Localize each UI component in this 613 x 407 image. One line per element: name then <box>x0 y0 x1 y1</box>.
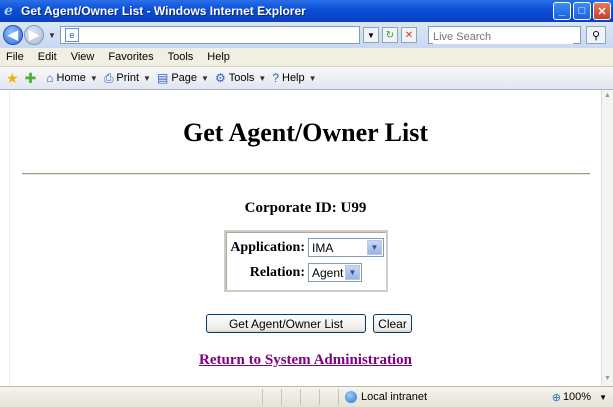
address-input[interactable] <box>82 28 359 42</box>
menu-tools[interactable]: Tools <box>168 51 194 63</box>
home-icon: ⌂ <box>46 71 54 85</box>
address-dropdown-button[interactable]: ▼ <box>362 27 379 43</box>
refresh-button[interactable]: ↻ <box>381 27 398 43</box>
menu-help[interactable]: Help <box>207 51 230 63</box>
menu-bar: File Edit View Favorites Tools Help <box>0 48 613 67</box>
minimize-button[interactable]: _ <box>553 2 571 20</box>
chevron-down-icon[interactable]: ▼ <box>345 265 360 280</box>
stop-button[interactable]: ✕ <box>400 27 417 43</box>
window-title: Get Agent/Owner List - Windows Internet … <box>21 4 306 18</box>
vertical-scrollbar[interactable]: ▲ ▼ <box>601 90 613 386</box>
home-button[interactable]: ⌂ Home ▼ <box>46 71 98 85</box>
address-toolbar: ◀ ▶ ▼ e ▼ ↻ ✕ ⚲ <box>0 22 613 48</box>
relation-label: Relation: <box>249 264 305 280</box>
page-title: Get Agent/Owner List <box>182 118 429 147</box>
address-field[interactable]: e <box>59 26 360 44</box>
tools-button[interactable]: ⚙ Tools ▼ <box>215 71 266 85</box>
scroll-up-icon[interactable]: ▲ <box>602 90 613 101</box>
search-input[interactable] <box>433 30 573 44</box>
ie-icon: e <box>4 3 13 19</box>
chevron-down-icon[interactable]: ▼ <box>309 74 317 83</box>
zone-label: Local intranet <box>361 391 428 403</box>
return-to-system-administration-link[interactable]: Return to System Administration <box>199 352 412 368</box>
application-label: Application: <box>230 239 305 255</box>
printer-icon: ⎙ <box>103 70 114 85</box>
page-content: Get Agent/Owner List Corporate ID: U99 A… <box>10 90 601 386</box>
menu-favorites[interactable]: Favorites <box>108 51 153 63</box>
corporate-id: Corporate ID: U99 <box>244 200 367 216</box>
search-box[interactable] <box>428 26 581 44</box>
relation-select[interactable]: Agent ▼ <box>308 263 362 282</box>
menu-view[interactable]: View <box>71 51 95 63</box>
chevron-down-icon[interactable]: ▼ <box>258 74 266 83</box>
zoom-control[interactable]: ⊕ 100% ▼ <box>552 391 607 404</box>
print-button[interactable]: ⎙ Print ▼ <box>104 71 151 86</box>
page-icon: e <box>64 28 79 42</box>
forward-button[interactable]: ▶ <box>24 25 44 45</box>
application-value: IMA <box>312 240 334 255</box>
application-select[interactable]: IMA ▼ <box>308 238 384 257</box>
help-button[interactable]: ? Help ▼ <box>272 71 316 85</box>
security-zone: Local intranet <box>345 391 427 403</box>
return-link-container: Return to System Administration <box>10 351 601 369</box>
chevron-down-icon[interactable]: ▼ <box>143 74 151 83</box>
page-button[interactable]: ▤ Page ▼ <box>157 71 209 85</box>
options-form: Application: IMA ▼ Relation: Agent ▼ <box>224 230 388 292</box>
menu-edit[interactable]: Edit <box>38 51 57 63</box>
close-button[interactable]: ✕ <box>593 2 611 20</box>
add-favorites-icon[interactable]: ✚ <box>25 70 37 87</box>
title-bar: e Get Agent/Owner List - Windows Interne… <box>0 0 613 22</box>
relation-value: Agent <box>312 265 344 280</box>
scroll-down-icon[interactable]: ▼ <box>602 373 613 384</box>
chevron-down-icon[interactable]: ▼ <box>367 240 382 255</box>
chevron-down-icon[interactable]: ▼ <box>90 74 98 83</box>
divider <box>22 173 590 175</box>
chevron-down-icon[interactable]: ▼ <box>201 74 209 83</box>
search-icon[interactable]: ⚲ <box>586 26 606 44</box>
get-agent-owner-list-button[interactable]: Get Agent/Owner List <box>206 314 366 333</box>
menu-file[interactable]: File <box>6 51 24 63</box>
favorites-star-icon[interactable]: ★ <box>6 70 19 87</box>
history-dropdown-icon[interactable]: ▼ <box>48 31 56 40</box>
chevron-down-icon[interactable]: ▼ <box>599 393 607 402</box>
left-margin <box>0 90 10 386</box>
zoom-level: 100% <box>562 391 592 403</box>
page-icon: ▤ <box>156 71 169 85</box>
clear-button[interactable]: Clear <box>373 314 412 333</box>
help-icon: ? <box>272 71 279 85</box>
maximize-button[interactable]: □ <box>573 2 591 20</box>
globe-icon <box>345 391 357 403</box>
gear-icon: ⚙ <box>214 71 226 85</box>
back-button[interactable]: ◀ <box>3 25 23 45</box>
magnifier-icon: ⊕ <box>551 391 561 404</box>
status-bar: Local intranet ⊕ 100% ▼ <box>0 386 613 407</box>
command-bar: ★ ✚ ⌂ Home ▼ ⎙ Print ▼ ▤ Page ▼ ⚙ Tools ▼ ? Help ▼ <box>0 67 613 90</box>
